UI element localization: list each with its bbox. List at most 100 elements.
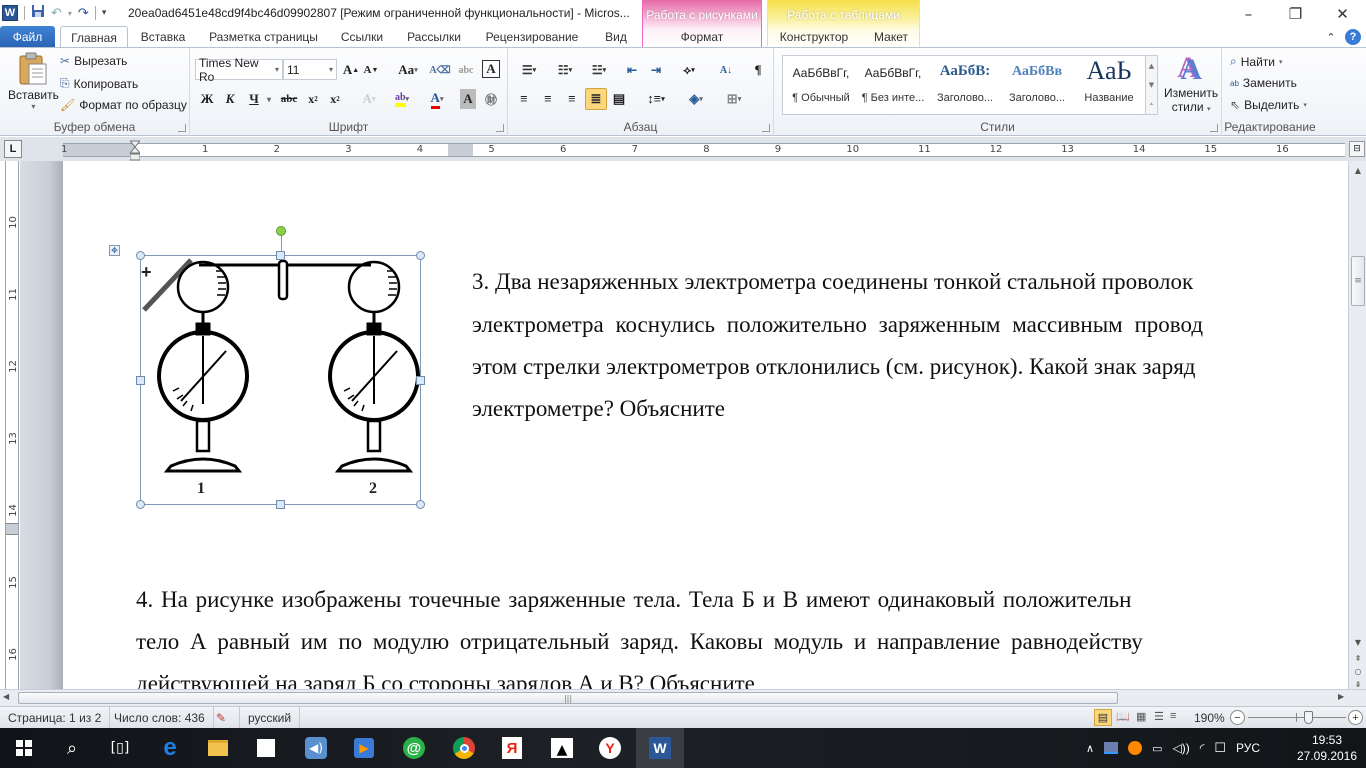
- undo-dropdown-icon[interactable]: ▾: [68, 9, 72, 18]
- enclose-characters-icon[interactable]: ㊖: [482, 89, 500, 109]
- decrease-indent-button[interactable]: ⇤: [622, 60, 642, 80]
- align-right-button[interactable]: ≡: [562, 89, 582, 109]
- tab-format[interactable]: Формат: [660, 26, 744, 48]
- chrome-icon[interactable]: [440, 728, 488, 768]
- styles-dialog-launcher[interactable]: [1210, 124, 1218, 132]
- horizontal-scroll-thumb[interactable]: |||: [18, 692, 1118, 704]
- tab-view[interactable]: Вид: [596, 26, 636, 48]
- underline-button[interactable]: Ч: [246, 89, 262, 109]
- horizontal-ruler[interactable]: 1 1 2 3 4 5 6 7 8 9 10 11 12 13 14 15 16: [61, 143, 1345, 157]
- tab-home[interactable]: Главная: [60, 26, 128, 48]
- zoom-slider-thumb[interactable]: [1304, 711, 1314, 724]
- audio-app-icon[interactable]: ◀): [292, 728, 340, 768]
- tab-mailings[interactable]: Рассылки: [400, 26, 468, 48]
- align-center-button[interactable]: ≡: [538, 89, 558, 109]
- rotate-handle[interactable]: [276, 226, 286, 236]
- tab-design[interactable]: Конструктор: [772, 26, 856, 48]
- font-size-combo[interactable]: 11 ▾: [283, 59, 337, 80]
- select-button[interactable]: ⇖ Выделить ▾: [1230, 98, 1307, 112]
- resize-handle[interactable]: [136, 251, 145, 260]
- word-taskbar-icon[interactable]: W: [636, 728, 684, 768]
- more-styles-icon[interactable]: ⩡: [1150, 100, 1154, 109]
- style-normal[interactable]: АаБбВвГг, ¶ Обычный: [785, 56, 857, 114]
- scroll-right-arrow-icon[interactable]: ▶: [1338, 692, 1344, 701]
- zoom-level[interactable]: 190%: [1194, 711, 1225, 725]
- character-border-icon[interactable]: A: [482, 60, 500, 78]
- zoom-slider-track[interactable]: [1248, 717, 1346, 718]
- page-count[interactable]: Страница: 1 из 2: [0, 707, 111, 728]
- sort-button[interactable]: A↓: [716, 60, 736, 80]
- battery-icon[interactable]: ▭: [1152, 742, 1162, 755]
- help-icon[interactable]: ?: [1344, 26, 1362, 48]
- word-count[interactable]: Число слов: 436: [106, 707, 214, 728]
- word-logo-icon[interactable]: W: [2, 5, 18, 21]
- tab-file[interactable]: Файл: [0, 26, 55, 48]
- resize-handle[interactable]: [276, 251, 285, 260]
- horizontal-scrollbar[interactable]: ◀ ||| ▶: [0, 689, 1366, 706]
- file-explorer-icon[interactable]: [194, 728, 242, 768]
- tab-layout[interactable]: Макет: [866, 26, 916, 48]
- vertical-scroll-thumb[interactable]: ≡: [1351, 256, 1365, 306]
- undo-icon[interactable]: ↶: [51, 6, 62, 21]
- scroll-up-icon[interactable]: ▲: [1149, 62, 1154, 70]
- redo-icon[interactable]: ↷: [78, 6, 89, 21]
- language-indicator[interactable]: русский: [240, 707, 301, 728]
- font-name-combo[interactable]: Times New Ro ▾: [195, 56, 283, 84]
- strikethrough-button[interactable]: abc: [278, 89, 300, 109]
- numbering-button[interactable]: ☷ ▾: [550, 60, 580, 80]
- web-layout-icon[interactable]: ▦: [1136, 710, 1146, 723]
- document-page[interactable]: ✥ + 1 2 3. Два незаряженных электрометра…: [63, 161, 1348, 689]
- resize-handle[interactable]: [136, 500, 145, 509]
- paragraph-dialog-launcher[interactable]: [762, 124, 770, 132]
- scroll-up-arrow-icon[interactable]: ▲: [1349, 163, 1366, 177]
- align-left-button[interactable]: ≡: [514, 89, 534, 109]
- vertical-scrollbar[interactable]: ▲ ≡ ▼ ⇞ ○ ⇟: [1348, 161, 1366, 689]
- resize-handle[interactable]: [416, 251, 425, 260]
- browse-object-icon[interactable]: ○: [1349, 664, 1366, 678]
- bold-button[interactable]: Ж: [199, 89, 215, 109]
- tab-review[interactable]: Рецензирование: [476, 26, 588, 48]
- save-icon[interactable]: [31, 4, 45, 22]
- shading-button[interactable]: ◈ ▾: [680, 89, 712, 109]
- replace-button[interactable]: ab Заменить: [1230, 76, 1297, 90]
- superscript-button[interactable]: x2: [326, 89, 344, 109]
- scroll-left-arrow-icon[interactable]: ◀: [3, 692, 9, 701]
- shrink-font-button[interactable]: A ▼: [363, 60, 379, 80]
- indent-marker[interactable]: [128, 139, 142, 161]
- yandex-browser-icon[interactable]: Y: [586, 728, 634, 768]
- change-case-button[interactable]: Aa ▾: [395, 60, 421, 80]
- style-heading-2[interactable]: АаБбВв Заголово...: [1001, 56, 1073, 114]
- edge-icon[interactable]: e: [146, 728, 194, 768]
- increase-indent-button[interactable]: ⇥: [646, 60, 666, 80]
- customize-qat-icon[interactable]: ▾: [102, 8, 107, 18]
- wifi-icon[interactable]: ◜: [1200, 741, 1205, 755]
- outline-view-icon[interactable]: ☰: [1154, 710, 1164, 723]
- tab-insert[interactable]: Вставка: [135, 26, 191, 48]
- draft-view-icon[interactable]: ≡: [1170, 710, 1176, 722]
- font-color-button[interactable]: A ▾: [424, 89, 450, 109]
- styles-scroll[interactable]: ▲ ▼ ⩡: [1145, 56, 1157, 114]
- zoom-out-button[interactable]: −: [1230, 710, 1245, 725]
- style-heading-1[interactable]: АаБбВ: Заголово...: [929, 56, 1001, 114]
- proofing-icon[interactable]: ✎: [208, 707, 240, 728]
- subscript-button[interactable]: x2: [304, 89, 322, 109]
- electrometers-figure[interactable]: + 1 2: [136, 226, 425, 509]
- cut-button[interactable]: ✂ Вырезать: [60, 54, 127, 68]
- tab-references[interactable]: Ссылки: [334, 26, 390, 48]
- minimize-ribbon-icon[interactable]: ⌃: [1322, 26, 1340, 48]
- find-button[interactable]: ⌕ Найти ▾: [1230, 54, 1283, 69]
- resize-handle[interactable]: [416, 500, 425, 509]
- minimize-button[interactable]: –: [1225, 0, 1272, 28]
- distributed-button[interactable]: ▤: [609, 89, 629, 109]
- mail-agent-icon[interactable]: @: [390, 728, 438, 768]
- previous-page-icon[interactable]: ⇞: [1349, 651, 1366, 665]
- move-handle-icon[interactable]: ✥: [109, 245, 120, 256]
- style-title[interactable]: АаЬ Название: [1073, 56, 1145, 114]
- bullets-button[interactable]: ☰ ▾: [514, 60, 544, 80]
- vertical-ruler[interactable]: 10 11 12 13 14 15 16: [5, 161, 19, 689]
- resize-handle[interactable]: [416, 376, 425, 385]
- input-language[interactable]: РУС: [1236, 741, 1260, 755]
- paste-button[interactable]: Вставить ▾: [8, 52, 59, 111]
- restore-button[interactable]: ❐: [1272, 0, 1319, 28]
- full-screen-reading-icon[interactable]: 📖: [1116, 710, 1130, 723]
